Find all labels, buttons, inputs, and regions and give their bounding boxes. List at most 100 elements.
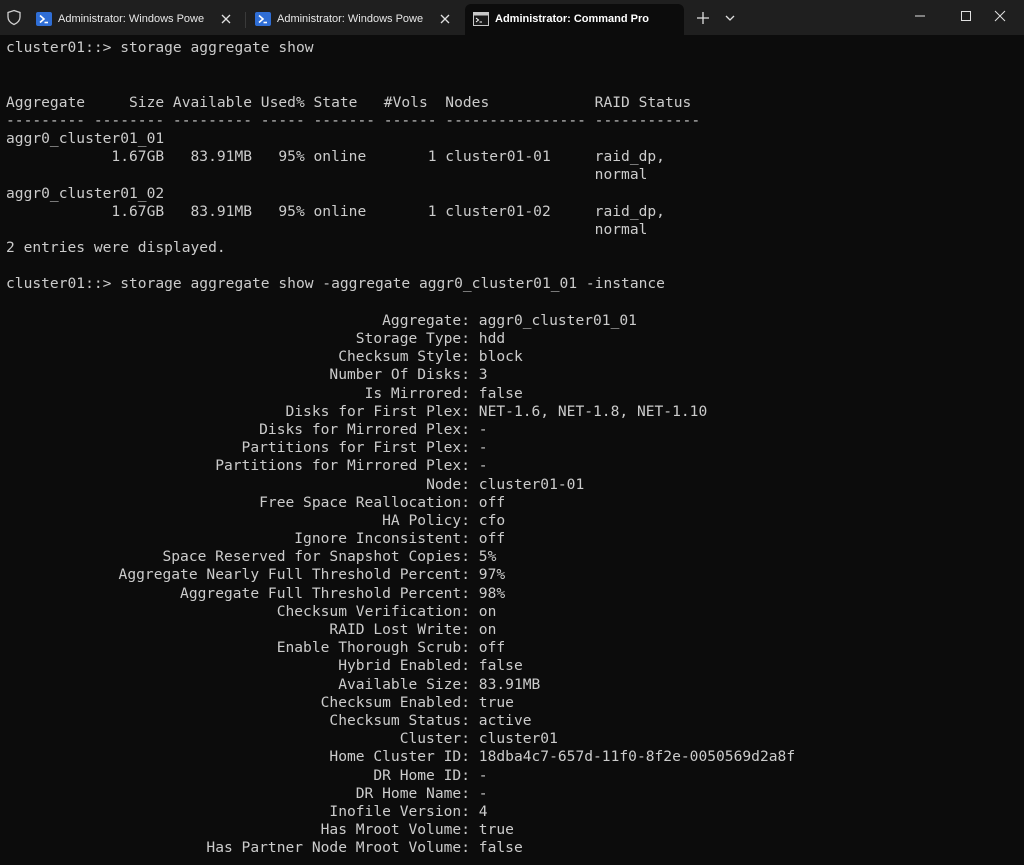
detail-value: 18dba4c7-657d-11f0-8f2e-0050569d2a8f bbox=[478, 748, 796, 766]
detail-value: false bbox=[478, 384, 523, 402]
chevron-down-icon[interactable] bbox=[721, 9, 739, 27]
terminal-window: Administrator: Windows Powe Administrato… bbox=[0, 0, 1024, 865]
detail-row: Space Reserved for Snapshot Copies: 5% bbox=[6, 548, 1024, 566]
window-close-button[interactable] bbox=[978, 0, 1024, 32]
detail-row: Has Partner Node Mroot Volume: false bbox=[6, 839, 1024, 857]
detail-row: Checksum Enabled: true bbox=[6, 694, 1024, 712]
detail-row: Aggregate Nearly Full Threshold Percent:… bbox=[6, 566, 1024, 584]
tab-bar: Administrator: Windows Powe Administrato… bbox=[0, 0, 1024, 35]
table-row: 1.67GB 83.91MB 95% online 1 cluster01-02… bbox=[6, 202, 665, 220]
detail-value: hdd bbox=[478, 330, 506, 347]
detail-value: - bbox=[478, 439, 488, 457]
tab-command-prompt[interactable]: Administrator: Command Pro bbox=[465, 4, 684, 35]
minimize-button[interactable] bbox=[898, 0, 944, 32]
detail-row: Number Of Disks: 3 bbox=[6, 366, 1024, 384]
detail-value: - bbox=[478, 784, 488, 802]
detail-value: cfo bbox=[478, 511, 506, 529]
detail-value: aggr0_cluster01_01 bbox=[478, 311, 637, 329]
detail-row: Checksum Verification: on bbox=[6, 603, 1024, 621]
detail-label: Checksum Status: bbox=[329, 711, 470, 729]
close-icon[interactable] bbox=[217, 10, 235, 28]
detail-row: Disks for First Plex: NET-1.6, NET-1.8, … bbox=[6, 403, 1024, 421]
detail-label: Checksum Enabled: bbox=[320, 693, 470, 711]
detail-label: Home Cluster ID: bbox=[329, 748, 470, 766]
detail-label: DR Home Name: bbox=[355, 784, 470, 802]
instance-details: Aggregate: aggr0_cluster01_01 Storage Ty… bbox=[6, 312, 1024, 858]
detail-label: Number Of Disks: bbox=[329, 366, 470, 384]
detail-label: Aggregate Full Threshold Percent: bbox=[180, 584, 470, 602]
close-icon[interactable] bbox=[436, 10, 454, 28]
detail-label: DR Home ID: bbox=[373, 766, 470, 784]
detail-row: Storage Type: hdd bbox=[6, 330, 1024, 348]
detail-label: Partitions for First Plex: bbox=[241, 439, 470, 457]
detail-row: DR Home Name: - bbox=[6, 785, 1024, 803]
detail-label: Has Partner Node Mroot Volume: bbox=[206, 839, 470, 857]
detail-row: Hybrid Enabled: false bbox=[6, 657, 1024, 675]
tab-powershell-1[interactable]: Administrator: Windows Powe bbox=[28, 4, 244, 35]
minimize-icon bbox=[915, 15, 925, 17]
console-output[interactable]: cluster01::> storage aggregate show Aggr… bbox=[6, 39, 1024, 865]
detail-label: Node: bbox=[426, 475, 470, 493]
tab-title: Administrator: Windows Powe bbox=[277, 13, 424, 25]
detail-value: cluster01-01 bbox=[478, 475, 585, 493]
command-prompt-line: cluster01::> storage aggregate show -agg… bbox=[6, 275, 665, 293]
detail-value: 97% bbox=[478, 566, 506, 584]
detail-row: Aggregate: aggr0_cluster01_01 bbox=[6, 312, 1024, 330]
detail-label: HA Policy: bbox=[382, 511, 470, 529]
detail-value: NET-1.6, NET-1.8, NET-1.10 bbox=[478, 402, 708, 420]
detail-row: Checksum Style: block bbox=[6, 348, 1024, 366]
detail-row: Home Cluster ID: 18dba4c7-657d-11f0-8f2e… bbox=[6, 748, 1024, 766]
aggregate-name: aggr0_cluster01_02 bbox=[6, 184, 165, 202]
detail-label: Enable Thorough Scrub: bbox=[276, 639, 470, 657]
detail-value: off bbox=[478, 530, 506, 548]
detail-row: Disks for Mirrored Plex: - bbox=[6, 421, 1024, 439]
detail-value: false bbox=[478, 657, 523, 675]
detail-value: on bbox=[478, 602, 497, 620]
maximize-icon bbox=[961, 11, 971, 21]
table-row-continuation: normal bbox=[6, 166, 648, 184]
aggregate-name: aggr0_cluster01_01 bbox=[6, 129, 165, 147]
detail-label: Inofile Version: bbox=[329, 802, 470, 820]
detail-label: Available Size: bbox=[338, 675, 470, 693]
detail-value: 5% bbox=[478, 548, 497, 566]
detail-label: Disks for First Plex: bbox=[285, 402, 470, 420]
detail-row: Has Mroot Volume: true bbox=[6, 821, 1024, 839]
detail-label: Checksum Verification: bbox=[276, 602, 470, 620]
detail-value: 83.91MB bbox=[478, 675, 541, 693]
detail-row: Enable Thorough Scrub: off bbox=[6, 639, 1024, 657]
cmd-icon bbox=[473, 12, 489, 26]
detail-row: Is Mirrored: false bbox=[6, 385, 1024, 403]
detail-row: Free Space Reallocation: off bbox=[6, 494, 1024, 512]
detail-value: off bbox=[478, 639, 506, 657]
detail-value: - bbox=[478, 420, 488, 438]
detail-value: active bbox=[478, 711, 532, 729]
detail-row: Partitions for Mirrored Plex: - bbox=[6, 457, 1024, 475]
detail-row: Inofile Version: 4 bbox=[6, 803, 1024, 821]
detail-label: Hybrid Enabled: bbox=[338, 657, 470, 675]
table-divider: --------- -------- --------- ----- -----… bbox=[6, 111, 701, 129]
detail-row: Ignore Inconsistent: off bbox=[6, 530, 1024, 548]
tab-title: Administrator: Windows Powe bbox=[58, 13, 205, 25]
detail-label: Checksum Style: bbox=[338, 348, 470, 366]
detail-value: - bbox=[478, 457, 488, 475]
detail-label: Aggregate: bbox=[382, 311, 470, 329]
detail-label: Disks for Mirrored Plex: bbox=[259, 420, 470, 438]
tab-divider bbox=[245, 12, 246, 28]
detail-value: true bbox=[478, 821, 514, 839]
powershell-icon bbox=[255, 12, 271, 26]
new-tab-button[interactable] bbox=[694, 9, 712, 27]
detail-label: RAID Lost Write: bbox=[329, 621, 470, 638]
detail-row: Cluster: cluster01 bbox=[6, 730, 1024, 748]
tab-powershell-2[interactable]: Administrator: Windows Powe bbox=[247, 4, 463, 35]
detail-row: Aggregate Full Threshold Percent: 98% bbox=[6, 585, 1024, 603]
detail-value: true bbox=[478, 693, 514, 711]
detail-label: Has Mroot Volume: bbox=[320, 821, 470, 839]
detail-value: on bbox=[478, 621, 497, 638]
detail-label: Cluster: bbox=[399, 730, 470, 748]
detail-label: Free Space Reallocation: bbox=[259, 493, 470, 511]
table-row: 1.67GB 83.91MB 95% online 1 cluster01-01… bbox=[6, 148, 665, 166]
summary-line: 2 entries were displayed. bbox=[6, 239, 226, 257]
